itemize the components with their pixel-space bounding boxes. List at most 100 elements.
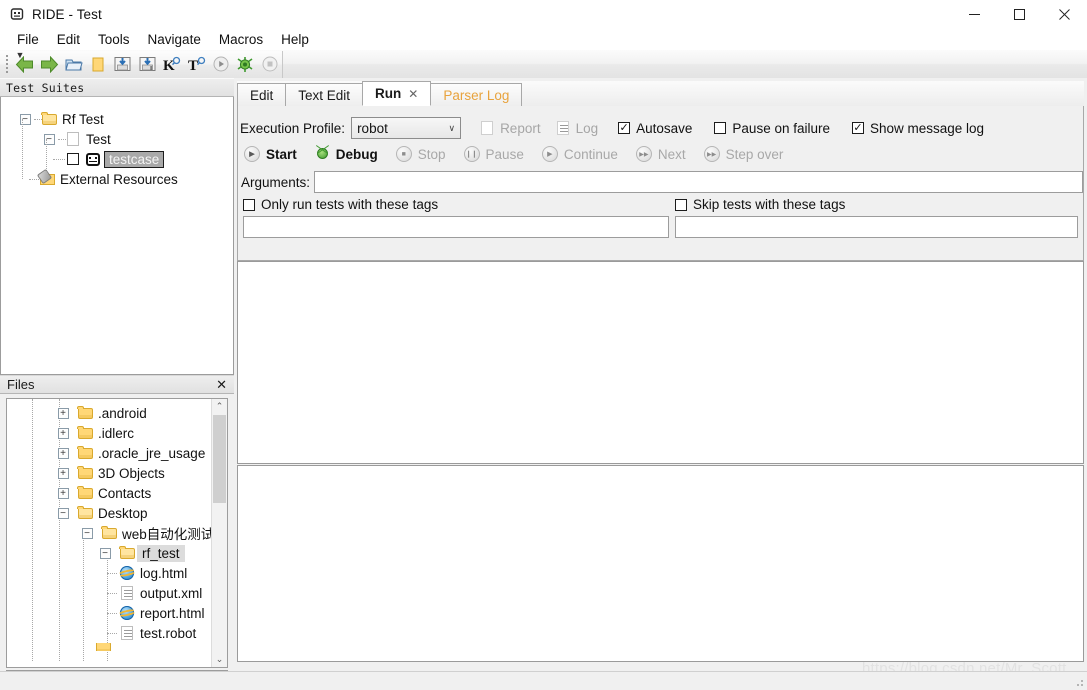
tree-item-testcase[interactable]: testcase (1, 149, 233, 169)
file-item-oracle-jre-usage[interactable]: + .oracle_jre_usage (7, 443, 227, 463)
tab-text-edit[interactable]: Text Edit (285, 83, 364, 106)
console-output-panel[interactable] (237, 261, 1084, 464)
menu-edit[interactable]: Edit (48, 30, 89, 49)
tree-item-label: testcase (104, 150, 165, 168)
debug-button[interactable]: Debug (315, 147, 378, 162)
execution-profile-select[interactable]: robot ∨ (351, 117, 462, 139)
tab-run[interactable]: Run ✕ (362, 81, 432, 106)
file-item-output-xml[interactable]: output.xml (7, 583, 227, 603)
menu-help[interactable]: Help (272, 30, 318, 49)
expander-icon[interactable]: + (57, 487, 69, 499)
file-item-report-html[interactable]: report.html (7, 603, 227, 623)
expander-icon[interactable]: + (57, 447, 69, 459)
pause-icon: ❙❙ (463, 146, 480, 162)
file-item-label: Contacts (98, 485, 152, 501)
only-run-tags-label: Only run tests with these tags (261, 197, 439, 212)
toolbar-drag-handle[interactable] (3, 53, 11, 75)
close-icon[interactable]: ✕ (216, 377, 227, 393)
continue-button[interactable]: ▶ Continue (541, 146, 618, 162)
only-run-tags-checkbox[interactable]: Only run tests with these tags (243, 197, 438, 212)
file-item-partial[interactable] (7, 643, 227, 651)
file-item-test-robot[interactable]: test.robot (7, 623, 227, 643)
log-button[interactable]: Log (555, 120, 598, 136)
menu-file[interactable]: File (8, 30, 48, 49)
close-icon[interactable]: ✕ (408, 87, 418, 101)
internet-explorer-icon (119, 605, 135, 621)
autosave-checkbox[interactable]: ✓ Autosave (618, 121, 692, 136)
step-over-button[interactable]: ▶▶ Step over (703, 146, 784, 162)
step-over-label: Step over (725, 146, 784, 162)
run-icon[interactable] (209, 52, 234, 76)
tree-item-test[interactable]: − Test (1, 129, 233, 181)
expander-icon[interactable]: + (57, 427, 69, 439)
only-run-tags-input[interactable] (243, 216, 670, 238)
test-suites-tree[interactable]: − Rf Test − Test testcase External Resou… (0, 97, 234, 375)
save-icon[interactable] (111, 52, 136, 76)
file-item-contacts[interactable]: + Contacts (7, 483, 227, 503)
file-item-android[interactable]: + .android (7, 403, 227, 423)
files-tree[interactable]: + .android + .idlerc + .oracle_jre_usage (6, 398, 228, 668)
testcase-checkbox[interactable] (67, 153, 79, 165)
new-folder-icon[interactable] (86, 52, 111, 76)
file-item-rf-test[interactable]: − rf_test (7, 543, 227, 563)
file-item-web-automation-test[interactable]: − web自动化测试 (7, 523, 227, 543)
stop-button[interactable]: ■ Stop (395, 146, 446, 162)
checkbox-box (243, 198, 255, 211)
pause-button[interactable]: ❙❙ Pause (463, 146, 524, 162)
tab-edit[interactable]: Edit (237, 83, 287, 106)
scroll-down-arrow-icon[interactable]: ⌄ (212, 652, 227, 667)
skip-tags-checkbox[interactable]: Skip tests with these tags (675, 197, 845, 212)
menu-macros[interactable]: Macros (210, 30, 272, 49)
file-item-idlerc[interactable]: + .idlerc (7, 423, 227, 443)
file-item-label: web自动化测试 (122, 527, 215, 542)
tree-item-label: External Resources (60, 171, 178, 187)
open-folder-icon[interactable] (62, 52, 87, 76)
save-all-icon[interactable] (135, 52, 160, 76)
search-keyword-icon[interactable]: K (160, 52, 185, 76)
arguments-input[interactable] (314, 171, 1083, 193)
skip-tags-input[interactable] (675, 216, 1078, 238)
file-item-label: report.html (140, 605, 205, 621)
tree-item-external-resources[interactable]: External Resources (1, 169, 233, 189)
close-button[interactable] (1042, 0, 1087, 28)
pause-on-failure-checkbox[interactable]: Pause on failure (714, 121, 830, 136)
arguments-label: Arguments: (241, 174, 311, 190)
debug-label: Debug (335, 146, 378, 162)
expander-icon[interactable]: − (99, 547, 111, 559)
next-label: Next (657, 146, 686, 162)
tab-parser-log[interactable]: Parser Log (430, 83, 523, 106)
menu-navigate[interactable]: Navigate (139, 30, 210, 49)
report-button[interactable]: Report (479, 120, 541, 136)
start-button[interactable]: ▶ Start (244, 146, 297, 162)
show-message-log-checkbox[interactable]: ✓ Show message log (852, 121, 984, 136)
files-vertical-scrollbar[interactable]: ⌃ ⌄ (211, 399, 227, 667)
expander-icon[interactable]: + (57, 407, 69, 419)
expander-icon[interactable]: + (57, 467, 69, 479)
message-log-panel[interactable] (237, 465, 1084, 662)
debug-bug-icon[interactable] (233, 52, 258, 76)
folder-icon (95, 643, 111, 651)
scrollbar-thumb[interactable] (213, 415, 226, 503)
menu-tools[interactable]: Tools (89, 30, 139, 49)
step-over-icon: ▶▶ (703, 146, 720, 162)
tab-label: Run (375, 86, 402, 101)
file-item-desktop[interactable]: − Desktop (7, 503, 227, 523)
toolbar-overflow-icon[interactable]: ▼ (14, 50, 26, 60)
test-suites-header: Test Suites (0, 78, 234, 97)
scroll-up-arrow-icon[interactable]: ⌃ (212, 399, 227, 414)
minimize-button[interactable] (952, 0, 997, 28)
expander-icon[interactable]: − (57, 507, 69, 519)
expander-icon[interactable]: − (81, 527, 93, 539)
maximize-button[interactable] (997, 0, 1042, 28)
tree-item-rf-test[interactable]: − Rf Test (1, 109, 233, 179)
forward-arrow-icon[interactable] (37, 52, 62, 76)
stop-icon[interactable] (258, 52, 283, 76)
autosave-label: Autosave (636, 120, 693, 136)
search-test-icon[interactable]: T (184, 52, 209, 76)
status-bar (0, 671, 1087, 690)
file-item-3d-objects[interactable]: + 3D Objects (7, 463, 227, 483)
resize-grip-icon[interactable] (1073, 676, 1085, 688)
next-button[interactable]: ▶▶ Next (635, 146, 686, 162)
folder-icon (77, 445, 93, 461)
file-item-log-html[interactable]: log.html (7, 563, 227, 583)
